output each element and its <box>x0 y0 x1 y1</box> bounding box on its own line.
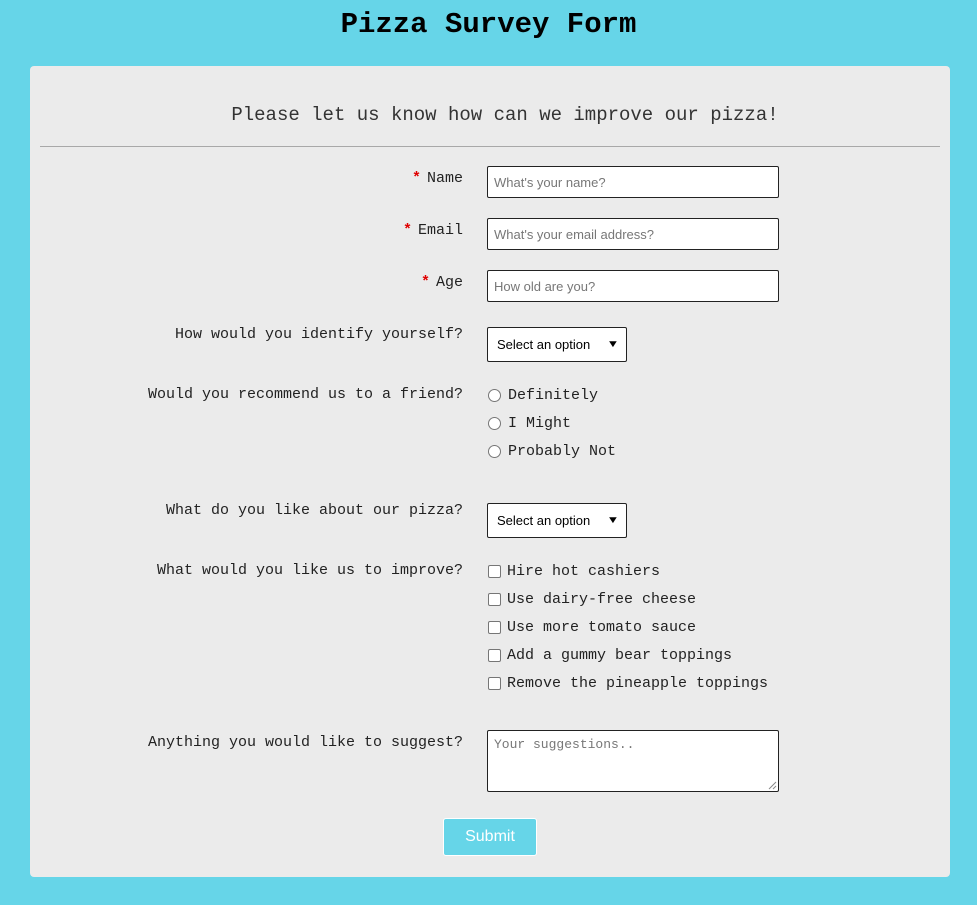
radio-button[interactable] <box>488 445 501 458</box>
like-select[interactable]: Select an option ▼ <box>487 503 627 538</box>
required-marker: * <box>420 274 430 291</box>
identify-select[interactable]: Select an option ▼ <box>487 327 627 362</box>
age-input[interactable] <box>487 270 779 302</box>
email-input[interactable] <box>487 218 779 250</box>
identify-select-value: Select an option <box>497 337 591 352</box>
radio-option[interactable]: Probably Not <box>488 443 616 460</box>
checkbox-option[interactable]: Add a gummy bear toppings <box>488 647 732 664</box>
suggest-label: Anything you would like to suggest? <box>147 734 463 751</box>
checkbox[interactable] <box>488 621 501 634</box>
radio-option[interactable]: Definitely <box>488 387 598 404</box>
like-select-value: Select an option <box>497 513 591 528</box>
checkbox-option-label: Hire hot cashiers <box>507 563 661 580</box>
radio-option-label: I Might <box>508 415 572 432</box>
checkbox-option[interactable]: Hire hot cashiers <box>488 563 660 580</box>
checkbox[interactable] <box>488 677 501 690</box>
chevron-down-icon: ▼ <box>606 339 620 350</box>
checkbox-option[interactable]: Use dairy-free cheese <box>488 591 696 608</box>
page-title: Pizza Survey Form <box>340 8 637 41</box>
improve-label: What would you like us to improve? <box>156 562 463 579</box>
name-label: * Name <box>412 170 463 187</box>
recommend-label: Would you recommend us to a friend? <box>147 386 463 403</box>
checkbox-option[interactable]: Remove the pineapple toppings <box>488 675 768 692</box>
divider <box>40 146 940 147</box>
email-label: * Email <box>403 222 463 239</box>
age-label: * Age <box>421 274 463 291</box>
checkbox-option[interactable]: Use more tomato sauce <box>488 619 696 636</box>
checkbox[interactable] <box>488 649 501 662</box>
form-subtitle: Please let us know how can we improve ou… <box>231 104 779 126</box>
submit-button[interactable]: Submit <box>443 818 537 856</box>
required-marker: * <box>411 170 421 187</box>
checkbox-option-label: Remove the pineapple toppings <box>507 675 769 692</box>
checkbox-option-label: Use more tomato sauce <box>507 619 697 636</box>
like-label: What do you like about our pizza? <box>165 502 463 519</box>
radio-option-label: Definitely <box>508 387 599 404</box>
email-label-text: Email <box>417 222 463 239</box>
name-label-text: Name <box>426 170 463 187</box>
age-label-text: Age <box>435 274 463 291</box>
checkbox[interactable] <box>488 565 501 578</box>
checkbox[interactable] <box>488 593 501 606</box>
radio-button[interactable] <box>488 417 501 430</box>
radio-option-label: Probably Not <box>508 443 617 460</box>
radio-button[interactable] <box>488 389 501 402</box>
checkbox-option-label: Add a gummy bear toppings <box>507 647 733 664</box>
identify-label: How would you identify yourself? <box>174 326 463 343</box>
survey-form: Please let us know how can we improve ou… <box>30 66 950 877</box>
radio-option[interactable]: I Might <box>488 415 571 432</box>
required-marker: * <box>402 222 412 239</box>
suggestions-textarea[interactable] <box>487 730 779 792</box>
name-input[interactable] <box>487 166 779 198</box>
chevron-down-icon: ▼ <box>606 515 620 526</box>
checkbox-option-label: Use dairy-free cheese <box>507 591 697 608</box>
